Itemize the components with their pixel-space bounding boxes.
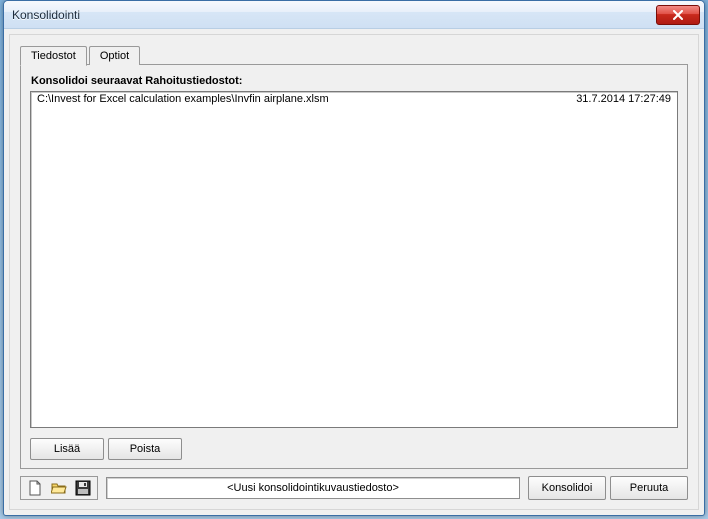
save-disk-icon bbox=[75, 480, 91, 496]
tab-options-label: Optiot bbox=[100, 50, 129, 62]
tab-panel-files: Konsolidoi seuraavat Rahoitustiedostot: … bbox=[20, 64, 688, 469]
bottom-bar: <Uusi konsolidointikuvaustiedosto> Konso… bbox=[20, 475, 688, 501]
tab-files[interactable]: Tiedostot bbox=[20, 46, 87, 66]
open-folder-icon bbox=[51, 480, 67, 496]
client-area: Tiedostot Optiot Konsolidoi seuraavat Ra… bbox=[9, 34, 699, 510]
dialog-window: Konsolidointi Tiedostot Optiot Konsolido… bbox=[3, 0, 705, 516]
tab-files-label: Tiedostot bbox=[31, 50, 76, 62]
file-list[interactable]: C:\Invest for Excel calculation examples… bbox=[30, 91, 678, 428]
cancel-button[interactable]: Peruuta bbox=[610, 476, 688, 500]
description-file-field[interactable]: <Uusi konsolidointikuvaustiedosto> bbox=[106, 477, 520, 499]
save-file-button[interactable] bbox=[71, 477, 95, 499]
open-file-button[interactable] bbox=[47, 477, 71, 499]
window-title: Konsolidointi bbox=[12, 8, 656, 22]
close-icon bbox=[673, 10, 683, 20]
consolidate-button[interactable]: Konsolidoi bbox=[528, 476, 606, 500]
new-file-button[interactable] bbox=[23, 477, 47, 499]
new-file-icon bbox=[27, 480, 43, 496]
tab-strip: Tiedostot Optiot bbox=[20, 43, 142, 65]
file-path: C:\Invest for Excel calculation examples… bbox=[37, 93, 566, 105]
close-button[interactable] bbox=[656, 5, 700, 25]
tab-options[interactable]: Optiot bbox=[89, 46, 140, 65]
list-button-row: Lisää Poista bbox=[30, 438, 182, 460]
action-buttons: Konsolidoi Peruuta bbox=[528, 476, 688, 500]
file-list-item[interactable]: C:\Invest for Excel calculation examples… bbox=[31, 92, 677, 106]
remove-button[interactable]: Poista bbox=[108, 438, 182, 460]
description-file-text: <Uusi konsolidointikuvaustiedosto> bbox=[227, 482, 399, 494]
titlebar[interactable]: Konsolidointi bbox=[4, 1, 704, 29]
icon-toolbar bbox=[20, 476, 98, 500]
file-timestamp: 31.7.2014 17:27:49 bbox=[566, 93, 671, 105]
panel-heading: Konsolidoi seuraavat Rahoitustiedostot: bbox=[31, 75, 242, 87]
add-button[interactable]: Lisää bbox=[30, 438, 104, 460]
